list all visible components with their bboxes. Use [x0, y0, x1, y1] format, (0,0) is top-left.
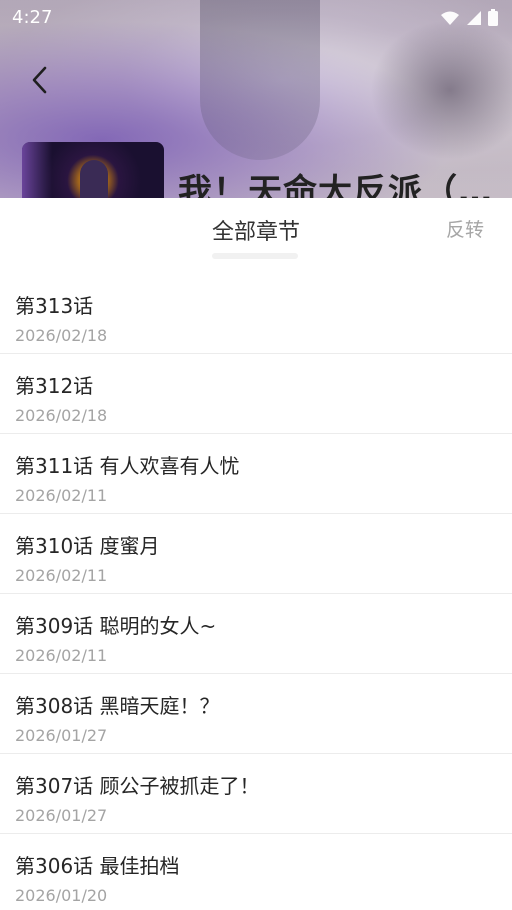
sheet-header: 全部章节 反转: [0, 198, 512, 274]
chapter-date: 2026/02/18: [15, 326, 108, 345]
chapter-list: 第313话 2026/02/18 第312话 2026/02/18 第311话 …: [0, 274, 512, 910]
chapter-date: 2026/01/27: [15, 726, 108, 745]
chapter-item[interactable]: 第311话 有人欢喜有人忧 2026/02/11: [0, 434, 512, 514]
chapter-item[interactable]: 第313话 2026/02/18: [0, 274, 512, 354]
back-button[interactable]: [22, 62, 58, 102]
chapter-item[interactable]: 第306话 最佳拍档 2026/01/20: [0, 834, 512, 910]
chapter-item[interactable]: 第309话 聪明的女人~ 2026/02/11: [0, 594, 512, 674]
reverse-order-button[interactable]: 反转: [446, 215, 484, 242]
wifi-icon: [440, 10, 460, 26]
sheet-title: 全部章节: [211, 220, 300, 245]
signal-icon: [466, 10, 482, 26]
chevron-left-icon: [30, 65, 50, 99]
chapter-list-screen: 4:27 我！天命大反派（… 全部章节 反转 第313话 2026/02/18 …: [0, 0, 512, 910]
chapter-name: 第308话 黑暗天庭！？: [15, 694, 220, 718]
chapter-date: 2026/01/27: [15, 806, 108, 825]
battery-icon: [488, 9, 498, 26]
chapter-name: 第306话 最佳拍档: [15, 854, 180, 878]
chapter-name: 第307话 顾公子被抓走了！: [15, 774, 260, 798]
sheet-drag-handle[interactable]: [212, 253, 298, 259]
chapter-date: 2026/02/18: [15, 406, 108, 425]
chapter-item[interactable]: 第308话 黑暗天庭！？ 2026/01/27: [0, 674, 512, 754]
status-bar: 4:27: [0, 0, 512, 36]
chapter-date: 2026/01/20: [15, 886, 108, 905]
chapter-name: 第309话 聪明的女人~: [15, 614, 217, 638]
chapter-name: 第312话: [15, 374, 94, 398]
status-time: 4:27: [12, 7, 53, 28]
chapter-item[interactable]: 第312话 2026/02/18: [0, 354, 512, 434]
status-icons: [440, 9, 498, 26]
chapter-date: 2026/02/11: [15, 566, 108, 585]
chapter-name: 第311话 有人欢喜有人忧: [15, 454, 240, 478]
chapter-date: 2026/02/11: [15, 486, 108, 505]
chapter-name: 第313话: [15, 294, 94, 318]
chapter-item[interactable]: 第310话 度蜜月 2026/02/11: [0, 514, 512, 594]
chapter-date: 2026/02/11: [15, 646, 108, 665]
chapter-name: 第310话 度蜜月: [15, 534, 160, 558]
chapter-item[interactable]: 第307话 顾公子被抓走了！ 2026/01/27: [0, 754, 512, 834]
chapter-sheet: 全部章节 反转 第313话 2026/02/18 第312话 2026/02/1…: [0, 198, 512, 910]
